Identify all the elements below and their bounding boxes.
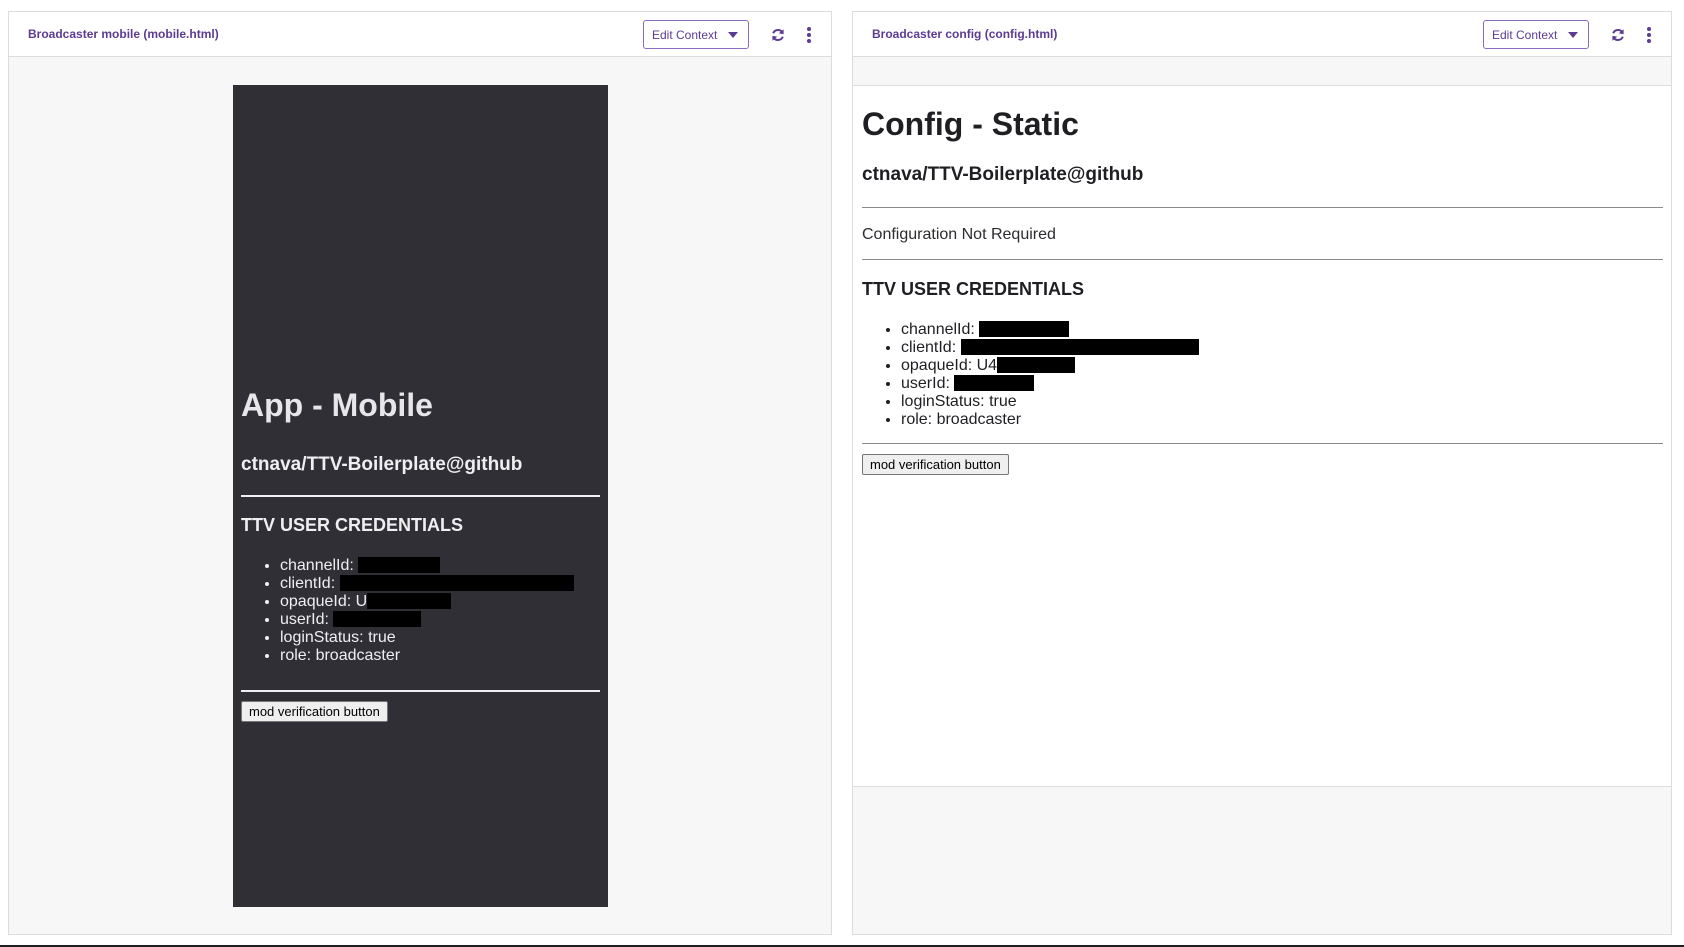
credential-label: opaqueId: U4 — [901, 357, 998, 374]
credential-label: clientId: — [901, 339, 961, 356]
redaction-block — [367, 593, 452, 609]
credential-value: true — [989, 393, 1017, 410]
credential-label: userId: — [901, 375, 955, 392]
credential-value: broadcaster — [315, 647, 401, 664]
mobile-preview-panel: Broadcaster mobile (mobile.html) Edit Co… — [8, 11, 832, 935]
config-extension-frame: Config - Static ctnava/TTV-Boilerplate@g… — [853, 85, 1671, 787]
credentials-heading: TTV USER CREDENTIALS — [862, 279, 1085, 299]
mod-verification-button[interactable]: mod verification button — [241, 701, 388, 722]
credential-label: loginStatus: — [901, 393, 990, 410]
credential-value: true — [368, 629, 396, 646]
list-item: loginStatus: true — [901, 393, 1199, 411]
divider — [862, 259, 1663, 260]
edit-context-dropdown[interactable]: Edit Context — [1483, 20, 1589, 49]
page-title: Config - Static — [862, 106, 1079, 142]
credentials-list: channelId: clientId: opaqueId: U4 userId… — [862, 321, 1199, 429]
list-item: opaqueId: U4 — [901, 357, 1199, 375]
divider — [241, 495, 600, 497]
redaction-block — [979, 321, 1070, 337]
list-item: userId: — [280, 611, 574, 629]
credentials-list: channelId: clientId: opaqueId: U userId:… — [241, 557, 574, 665]
panel-title: Broadcaster mobile (mobile.html) — [28, 27, 219, 41]
credential-label: userId: — [280, 611, 334, 628]
credential-label: opaqueId: U — [280, 593, 368, 610]
credential-label: channelId: — [901, 321, 980, 338]
list-item: clientId: — [901, 339, 1199, 357]
redaction-block — [358, 557, 441, 573]
list-item: clientId: — [280, 575, 574, 593]
redaction-block — [333, 611, 422, 627]
credentials-heading: TTV USER CREDENTIALS — [241, 515, 464, 535]
credential-label: role: — [901, 411, 937, 428]
list-item: channelId: — [280, 557, 574, 575]
credential-label: channelId: — [280, 557, 359, 574]
edit-context-dropdown[interactable]: Edit Context — [643, 20, 749, 49]
list-item: role: broadcaster — [280, 647, 574, 665]
list-item: opaqueId: U — [280, 593, 574, 611]
more-vertical-icon[interactable] — [799, 25, 819, 45]
divider — [241, 690, 600, 692]
credential-value: broadcaster — [936, 411, 1022, 428]
panel-title: Broadcaster config (config.html) — [872, 27, 1058, 41]
credential-label: loginStatus: — [280, 629, 369, 646]
credential-label: role: — [280, 647, 316, 664]
divider — [862, 443, 1663, 444]
repo-subtitle: ctnava/TTV-Boilerplate@github — [241, 454, 523, 475]
list-item: channelId: — [901, 321, 1199, 339]
config-status-text: Configuration Not Required — [862, 226, 1056, 243]
credential-label: clientId: — [280, 575, 340, 592]
panel-header: Broadcaster mobile (mobile.html) Edit Co… — [9, 12, 831, 57]
mobile-extension-frame: App - Mobile ctnava/TTV-Boilerplate@gith… — [233, 85, 608, 907]
list-item: userId: — [901, 375, 1199, 393]
repo-subtitle: ctnava/TTV-Boilerplate@github — [862, 164, 1144, 185]
panel-header: Broadcaster config (config.html) Edit Co… — [853, 12, 1671, 57]
list-item: loginStatus: true — [280, 629, 574, 647]
redaction-block — [954, 375, 1035, 391]
list-item: role: broadcaster — [901, 411, 1199, 429]
page-title: App - Mobile — [241, 387, 433, 423]
edit-context-label: Edit Context — [1492, 28, 1558, 42]
chevron-down-icon — [1568, 32, 1578, 38]
divider — [862, 207, 1663, 208]
chevron-down-icon — [728, 32, 738, 38]
config-preview-panel: Broadcaster config (config.html) Edit Co… — [852, 11, 1672, 935]
redaction-block — [339, 575, 574, 591]
mod-verification-button[interactable]: mod verification button — [862, 454, 1009, 475]
edit-context-label: Edit Context — [652, 28, 718, 42]
refresh-icon[interactable] — [768, 25, 788, 45]
refresh-icon[interactable] — [1608, 25, 1628, 45]
redaction-block — [960, 339, 1199, 355]
more-vertical-icon[interactable] — [1639, 25, 1659, 45]
redaction-block — [997, 357, 1076, 373]
